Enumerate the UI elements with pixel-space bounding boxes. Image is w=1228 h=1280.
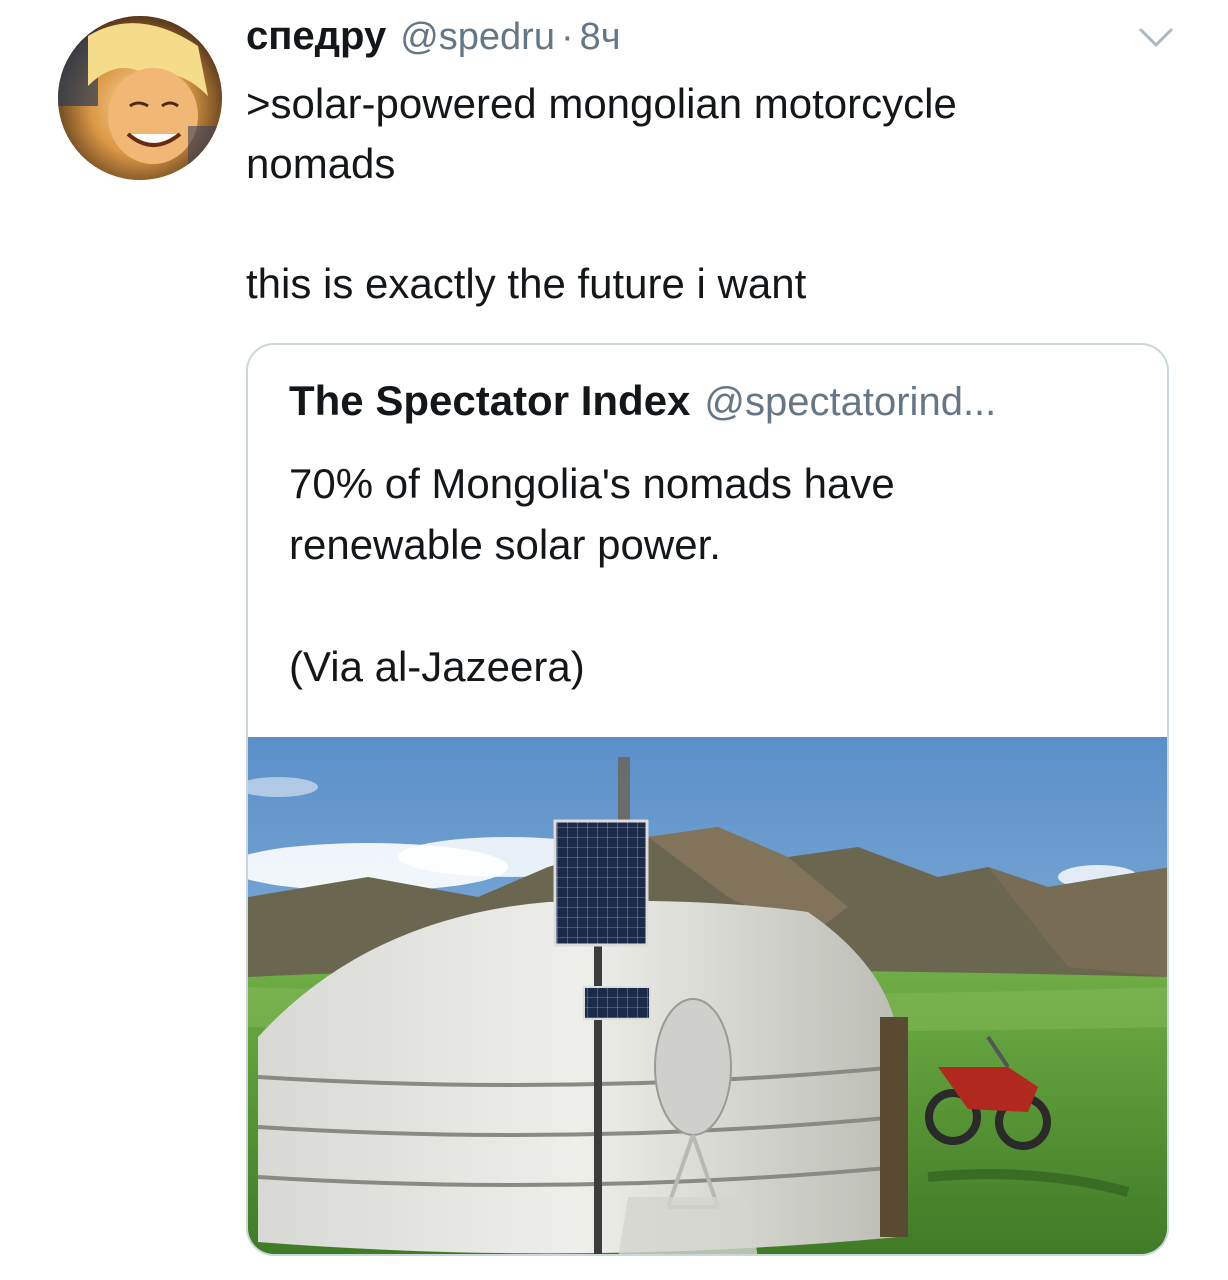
- tweet-header: спедру @spedru · 8ч: [246, 14, 621, 66]
- timestamp[interactable]: 8ч: [580, 16, 621, 59]
- chevron-down-icon[interactable]: [1138, 26, 1174, 50]
- user-handle[interactable]: @spedru: [400, 16, 555, 59]
- quote-photo[interactable]: [248, 737, 1167, 1254]
- tweet-text: >solar-powered mongolian motorcycle noma…: [246, 80, 957, 307]
- quote-user-handle: @spectatorind...: [704, 380, 997, 424]
- yurt-solar-photo: [248, 737, 1167, 1254]
- display-name[interactable]: спедру: [246, 14, 386, 59]
- quote-header: The Spectator Index @spectatorind...: [289, 377, 996, 433]
- avatar-image: [58, 16, 222, 180]
- quote-display-name: The Spectator Index: [289, 377, 691, 424]
- quote-text: 70% of Mongolia's nomads have renewable …: [289, 460, 895, 690]
- quote-tweet-card[interactable]: The Spectator Index @spectatorind... 70%…: [246, 343, 1169, 1256]
- tweet[interactable]: спедру @spedru · 8ч >solar-powered mongo…: [0, 0, 1228, 1280]
- avatar[interactable]: [58, 16, 222, 180]
- separator-dot: ·: [560, 16, 574, 58]
